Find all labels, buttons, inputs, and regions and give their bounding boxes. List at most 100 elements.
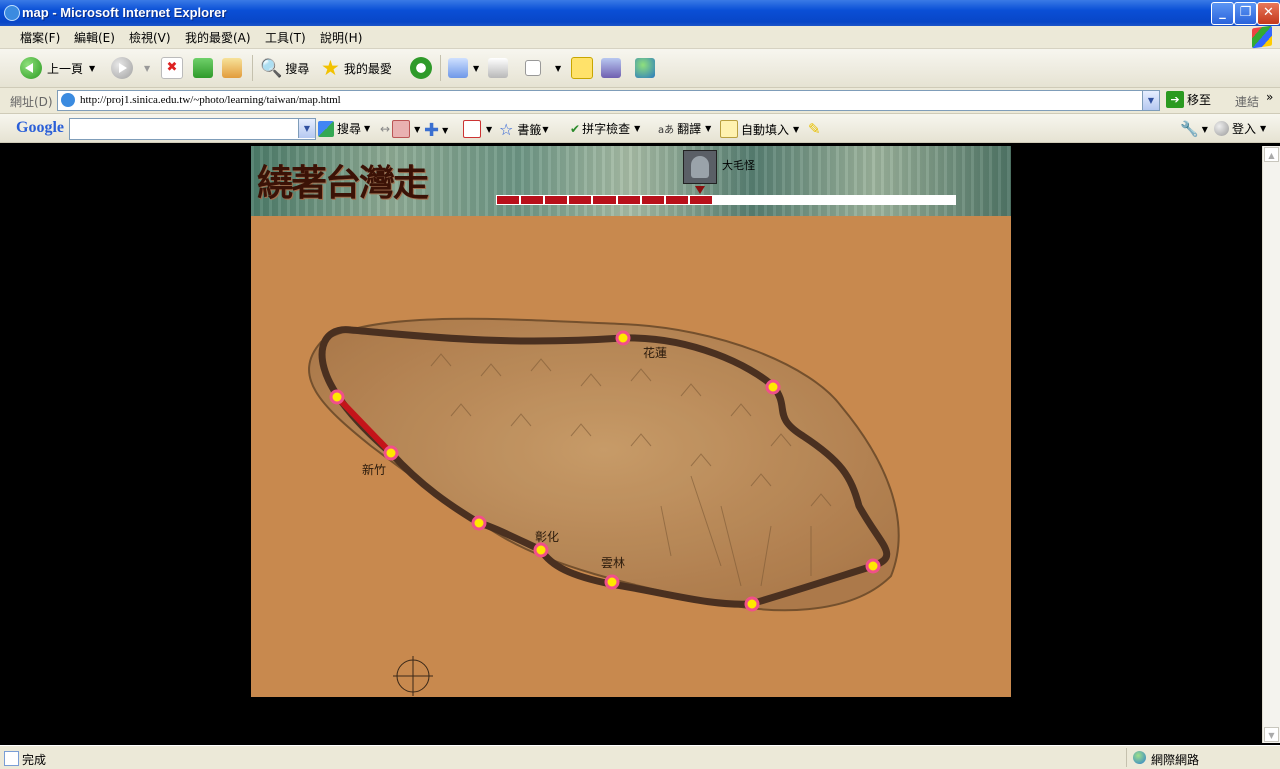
edit-button[interactable]: ▼: [525, 56, 561, 80]
research-button[interactable]: [601, 56, 625, 80]
mail-button[interactable]: ▼: [448, 56, 479, 80]
stop-button[interactable]: ✖: [161, 56, 187, 80]
minimize-button[interactable]: _: [1211, 2, 1234, 25]
status-text: 完成: [22, 753, 47, 767]
progress-segment: [665, 196, 690, 204]
popup-dropdown-icon[interactable]: ▼: [486, 125, 492, 134]
home-icon: [222, 58, 242, 78]
spellcheck-dropdown-icon[interactable]: ▼: [634, 124, 640, 133]
google-search-input[interactable]: ▼: [69, 118, 316, 140]
address-dropdown-icon[interactable]: ▼: [1142, 91, 1159, 110]
address-bar: 網址(D) http://proj1.sinica.edu.tw/~photo/…: [0, 88, 1280, 114]
back-dropdown-icon[interactable]: ▼: [89, 64, 95, 73]
back-arrow-icon: [20, 57, 42, 79]
messenger-button[interactable]: [635, 56, 659, 80]
google-options-button[interactable]: ↔ ▼: [380, 120, 420, 138]
progress-segment: [689, 196, 714, 204]
progress-segment: [497, 196, 522, 204]
links-button[interactable]: 連結: [1235, 93, 1259, 110]
history-button[interactable]: [410, 56, 437, 80]
ie-app-icon: [4, 5, 20, 21]
forward-dropdown-icon[interactable]: ▼: [144, 64, 150, 73]
plus-icon: ✚: [424, 120, 440, 141]
spellcheck-icon: ✔: [570, 121, 581, 136]
links-chevron-icon[interactable]: »: [1266, 90, 1273, 104]
city-marker: [533, 542, 549, 558]
city-marker: [383, 445, 399, 461]
player-name: 大毛怪: [722, 159, 755, 172]
page-status-icon: [4, 751, 19, 766]
google-plus-button[interactable]: ✚ ▼: [424, 120, 448, 141]
progress-segment: [786, 196, 811, 204]
city-marker: [471, 515, 487, 531]
double-arrow-icon: ↔: [380, 122, 391, 136]
discuss-button[interactable]: [571, 56, 597, 80]
edit-dropdown-icon[interactable]: ▼: [555, 64, 561, 73]
wrench-button[interactable]: 🔧 ▼: [1180, 120, 1208, 138]
player-avatar[interactable]: [683, 150, 717, 184]
scroll-down-icon[interactable]: ▼: [1264, 727, 1279, 742]
search-button[interactable]: 🔍 搜尋: [260, 56, 309, 80]
menu-edit[interactable]: 編輯(E): [74, 29, 115, 46]
menu-tools[interactable]: 工具(T): [265, 29, 306, 46]
address-input[interactable]: http://proj1.sinica.edu.tw/~photo/learni…: [57, 90, 1160, 111]
signin-button[interactable]: 登入 ▼: [1214, 120, 1266, 137]
highlight-button[interactable]: ✎: [808, 120, 821, 138]
bookmarks-dropdown-icon[interactable]: ▼: [542, 125, 548, 134]
plus-dropdown-icon[interactable]: ▼: [442, 126, 448, 135]
spellcheck-button[interactable]: ✔ 拼字檢查 ▼: [570, 120, 640, 137]
translate-dropdown-icon[interactable]: ▼: [705, 124, 711, 133]
vertical-scrollbar[interactable]: ▲ ▼: [1262, 146, 1280, 743]
wrench-dropdown-icon[interactable]: ▼: [1202, 125, 1208, 134]
bookmarks-label: 書籤: [517, 123, 542, 137]
progress-marker-icon: [695, 186, 705, 194]
bookmark-star-icon: ☆: [499, 120, 514, 139]
scroll-up-icon[interactable]: ▲: [1264, 147, 1279, 162]
page-icon: [61, 93, 75, 107]
google-search-dropdown-icon[interactable]: ▼: [298, 119, 315, 138]
printer-icon: [488, 58, 508, 78]
home-button[interactable]: [222, 56, 246, 80]
print-button[interactable]: [488, 56, 512, 80]
popup-blocker-button[interactable]: ▼: [463, 120, 492, 138]
autofill-button[interactable]: 自動填入 ▼: [720, 120, 799, 138]
progress-segment: [521, 196, 546, 204]
search-magnifier-icon: 🔍: [260, 57, 283, 79]
go-label: 移至: [1187, 93, 1212, 107]
favorites-button[interactable]: ★ 我的最愛: [321, 56, 392, 80]
menu-file[interactable]: 檔案(F): [20, 29, 60, 46]
refresh-button[interactable]: [193, 56, 217, 80]
city-marker: [615, 330, 631, 346]
go-button[interactable]: ➔ 移至: [1166, 91, 1211, 108]
autofill-dropdown-icon[interactable]: ▼: [793, 125, 799, 134]
close-button[interactable]: ✕: [1257, 2, 1280, 25]
toolbar-separator: [252, 55, 253, 81]
menu-help[interactable]: 說明(H): [320, 29, 362, 46]
back-button[interactable]: 上一頁 ▼: [20, 56, 95, 80]
favorites-star-icon: ★: [321, 56, 340, 80]
forward-button[interactable]: ▼: [111, 56, 150, 80]
translate-button[interactable]: aあ 翻譯 ▼: [658, 120, 711, 137]
progress-segment: [545, 196, 570, 204]
toolbar-separator: [440, 55, 441, 81]
google-search-button[interactable]: 搜尋 ▼: [318, 120, 370, 137]
popup-blocker-icon: [463, 120, 481, 138]
signin-dropdown-icon[interactable]: ▼: [1260, 124, 1266, 133]
page-title: 繞著台灣走: [257, 162, 429, 204]
bookmarks-button[interactable]: ☆ 書籤 ▼: [499, 120, 549, 139]
security-zone: 網際網路: [1126, 748, 1277, 767]
mail-dropdown-icon[interactable]: ▼: [473, 64, 479, 73]
maximize-button[interactable]: ❐: [1234, 2, 1257, 25]
taiwan-map-game[interactable]: 繞著台灣走 大毛怪 花蓮 新竹 彰化 雲林: [251, 146, 1011, 697]
google-search-dropdown-icon[interactable]: ▼: [364, 124, 370, 133]
progress-segment: [907, 196, 931, 204]
menu-favorites[interactable]: 我的最愛(A): [185, 29, 251, 46]
city-marker: [765, 379, 781, 395]
stop-icon: ✖: [161, 57, 183, 79]
address-label: 網址(D): [10, 95, 53, 109]
options-dropdown-icon[interactable]: ▼: [414, 125, 420, 134]
progress-segment: [883, 196, 907, 204]
menu-view[interactable]: 檢視(V): [129, 29, 171, 46]
address-url[interactable]: http://proj1.sinica.edu.tw/~photo/learni…: [80, 94, 341, 106]
google-logo[interactable]: Google: [16, 119, 64, 137]
